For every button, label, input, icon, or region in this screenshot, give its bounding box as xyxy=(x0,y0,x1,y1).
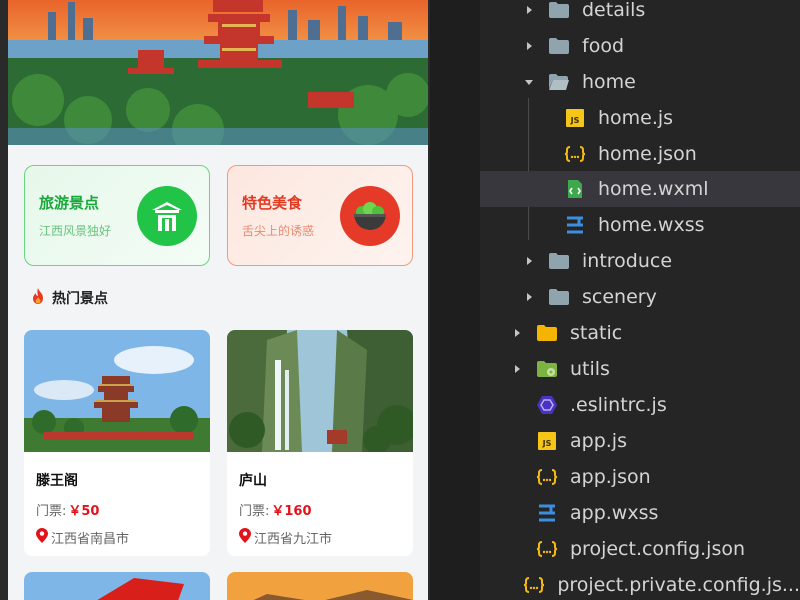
json-file-icon xyxy=(536,467,558,487)
wxml-file-icon xyxy=(564,179,586,199)
tree-folder-food[interactable]: food xyxy=(480,28,800,64)
folder-icon xyxy=(548,0,570,20)
section-title: 热门景点 xyxy=(52,291,108,307)
css-file-icon xyxy=(536,503,558,523)
price-value: ￥50 xyxy=(68,504,100,519)
json-file-icon xyxy=(564,144,586,164)
tree-file-app-json[interactable]: app.json xyxy=(480,459,800,495)
css-file-icon xyxy=(564,215,586,235)
section-header: 热门景点 xyxy=(30,287,108,309)
chevron-right-icon[interactable] xyxy=(522,290,536,304)
chevron-right-icon[interactable] xyxy=(522,3,536,17)
spot-card-tengwang[interactable]: 滕王阁 门票: ￥50 江西省南昌市 xyxy=(24,330,210,556)
spot-image xyxy=(227,572,413,600)
pavilion-icon xyxy=(137,186,197,246)
tree-item-label: project.private.config.js... xyxy=(557,574,800,596)
chevron-right-icon[interactable] xyxy=(510,326,524,340)
tree-file-home-wxml[interactable]: home.wxml xyxy=(480,171,800,207)
category-title: 特色美食 xyxy=(242,194,303,212)
tree-item-label: project.config.json xyxy=(570,538,746,560)
tree-item-label: utils xyxy=(570,358,610,380)
category-title: 旅游景点 xyxy=(39,194,100,212)
tree-folder-introduce[interactable]: introduce xyxy=(480,243,800,279)
price-label: 门票: xyxy=(239,504,270,519)
folder-open-icon xyxy=(548,72,570,92)
price-value: ￥160 xyxy=(271,504,312,519)
tree-folder-utils[interactable]: utils xyxy=(480,351,800,387)
chevron-right-icon[interactable] xyxy=(522,254,536,268)
folder-utils-icon xyxy=(536,359,558,379)
tree-file-home-json[interactable]: home.json xyxy=(480,136,800,172)
spot-image xyxy=(227,330,413,452)
spot-image xyxy=(24,330,210,452)
tree-item-label: home.wxss xyxy=(598,214,705,236)
js-file-icon: JS xyxy=(564,108,586,128)
spot-image xyxy=(24,572,210,600)
hero-banner-image[interactable] xyxy=(8,0,428,145)
spot-location: 江西省九江市 xyxy=(239,528,332,547)
spot-card-lushan[interactable]: 庐山 门票: ￥160 江西省九江市 xyxy=(227,330,413,556)
tree-item-label: static xyxy=(570,322,623,344)
spot-card-partial[interactable] xyxy=(24,572,210,600)
tree-item-label: app.wxss xyxy=(570,502,659,524)
tree-item-label: introduce xyxy=(582,250,673,272)
spot-price: 门票: ￥50 xyxy=(36,500,99,519)
category-subtitle: 舌尖上的诱惑 xyxy=(242,224,315,238)
spot-card-partial[interactable] xyxy=(227,572,413,600)
tree-file-app-js[interactable]: JS app.js xyxy=(480,423,800,459)
tree-item-label: .eslintrc.js xyxy=(570,394,667,416)
chevron-down-icon[interactable] xyxy=(522,75,536,89)
category-card-scenic[interactable]: 旅游景点 江西风景独好 xyxy=(24,165,210,266)
panel-divider[interactable] xyxy=(430,0,480,600)
tree-item-label: home.json xyxy=(598,143,697,165)
food-bowl-icon xyxy=(340,186,400,246)
location-pin-icon xyxy=(36,528,48,547)
folder-static-icon xyxy=(536,323,558,343)
json-file-icon xyxy=(536,539,558,559)
tree-file-home-wxss[interactable]: home.wxss xyxy=(480,207,800,243)
tree-file-home-js[interactable]: JS home.js xyxy=(480,100,800,136)
folder-icon xyxy=(548,287,570,307)
tree-item-label: app.json xyxy=(570,466,651,488)
chevron-right-icon[interactable] xyxy=(522,39,536,53)
folder-icon xyxy=(548,36,570,56)
tree-folder-static[interactable]: static xyxy=(480,315,800,351)
tree-item-label: home xyxy=(582,71,636,93)
tree-file-app-wxss[interactable]: app.wxss xyxy=(480,495,800,531)
tree-item-label: app.js xyxy=(570,430,627,452)
tree-item-label: food xyxy=(582,35,624,57)
tree-file-eslintrc[interactable]: .eslintrc.js xyxy=(480,387,800,423)
json-file-icon xyxy=(523,575,545,595)
tree-folder-details[interactable]: details xyxy=(480,0,800,28)
spot-name: 庐山 xyxy=(239,473,267,489)
tree-folder-home[interactable]: home xyxy=(480,64,800,100)
tree-file-project-private-config[interactable]: project.private.config.js... xyxy=(480,567,800,600)
spot-location: 江西省南昌市 xyxy=(36,528,129,547)
chevron-right-icon[interactable] xyxy=(510,362,524,376)
tree-folder-scenery[interactable]: scenery xyxy=(480,279,800,315)
category-subtitle: 江西风景独好 xyxy=(39,224,112,238)
location-pin-icon xyxy=(239,528,251,547)
svg-text:JS: JS xyxy=(542,439,552,448)
svg-text:JS: JS xyxy=(570,116,580,125)
price-label: 门票: xyxy=(36,504,67,519)
spot-price: 门票: ￥160 xyxy=(239,500,312,519)
location-text: 江西省南昌市 xyxy=(51,532,130,547)
folder-icon xyxy=(548,251,570,271)
js-file-icon: JS xyxy=(536,431,558,451)
simulator-panel: 旅游景点 江西风景独好 特色美食 舌尖上的诱惑 热门景点 滕王阁 门票: ￥50… xyxy=(0,0,430,600)
phone-screen: 旅游景点 江西风景独好 特色美食 舌尖上的诱惑 热门景点 滕王阁 门票: ￥50… xyxy=(8,0,428,600)
tree-item-label: scenery xyxy=(582,286,657,308)
tree-item-label: details xyxy=(582,0,646,21)
fire-icon xyxy=(30,287,46,309)
tree-file-project-config[interactable]: project.config.json xyxy=(480,531,800,567)
spot-name: 滕王阁 xyxy=(36,473,78,489)
tree-item-label: home.js xyxy=(598,107,674,129)
tree-item-label: home.wxml xyxy=(598,178,709,200)
location-text: 江西省九江市 xyxy=(254,532,333,547)
eslint-icon xyxy=(536,395,558,415)
category-card-food[interactable]: 特色美食 舌尖上的诱惑 xyxy=(227,165,413,266)
